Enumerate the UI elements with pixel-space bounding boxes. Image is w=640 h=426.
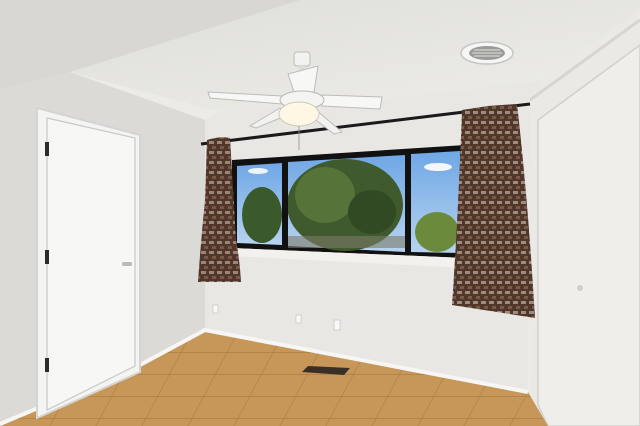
room-photo [0,0,640,426]
window-with-black-frame [232,145,465,268]
hvac-vent [460,41,514,65]
closed-white-door [36,106,141,420]
